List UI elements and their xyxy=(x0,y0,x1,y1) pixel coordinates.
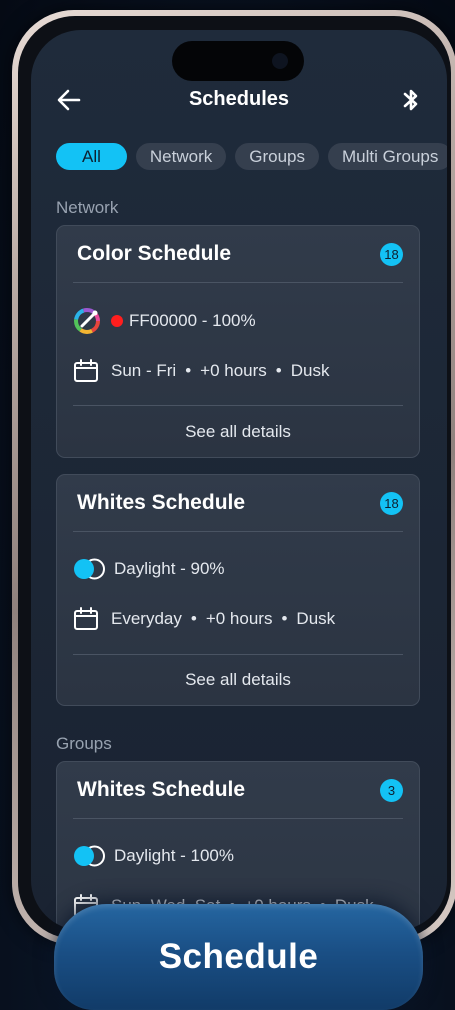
setting-row: Daylight - 90% xyxy=(73,554,225,584)
count-badge: 3 xyxy=(380,779,403,802)
see-all-details-link[interactable]: See all details xyxy=(57,670,419,690)
calendar-icon xyxy=(74,607,98,630)
card-title: Color Schedule xyxy=(77,242,232,265)
divider xyxy=(73,282,403,283)
section-label-groups: Groups xyxy=(56,734,112,753)
setting-value: Daylight - 90% xyxy=(114,559,225,578)
separator-dot: • xyxy=(190,609,197,628)
separator-dot: • xyxy=(281,609,288,628)
schedule-offset: +0 hours xyxy=(200,361,267,380)
toggle-icon xyxy=(74,845,105,867)
schedule-card[interactable]: Whites Schedule 18 Daylight - 90% Everyd… xyxy=(56,474,420,706)
color-wheel-icon xyxy=(74,308,100,334)
tab-groups[interactable]: Groups xyxy=(235,143,320,170)
setting-value: FF00000 - 100% xyxy=(129,311,256,330)
tab-network[interactable]: Network xyxy=(135,143,227,170)
calendar-icon xyxy=(74,359,98,382)
divider xyxy=(73,531,403,532)
page-title: Schedules xyxy=(188,88,290,110)
card-title: Whites Schedule xyxy=(77,778,246,801)
setting-row: FF00000 - 100% xyxy=(73,306,256,336)
count-badge: 18 xyxy=(380,492,403,515)
separator-dot: • xyxy=(275,361,282,380)
bluetooth-icon[interactable] xyxy=(401,86,421,114)
toggle-icon xyxy=(74,558,105,580)
schedule-card[interactable]: Color Schedule 18 FF00000 - 100% Sun - F… xyxy=(56,225,420,458)
color-swatch xyxy=(111,315,123,327)
schedule-days: Everyday xyxy=(111,609,182,628)
filter-tabs: All Network Groups Multi Groups xyxy=(56,143,447,170)
divider xyxy=(73,818,403,819)
dynamic-island xyxy=(172,41,304,81)
section-label-network: Network xyxy=(56,198,119,217)
separator-dot: • xyxy=(185,361,192,380)
setting-row: Daylight - 100% xyxy=(73,841,234,871)
header: Schedules xyxy=(31,80,447,120)
tab-all[interactable]: All xyxy=(56,143,127,170)
schedule-row: Sun - Fri • +0 hours • Dusk xyxy=(73,356,329,386)
setting-value: Daylight - 100% xyxy=(114,846,235,865)
divider xyxy=(73,405,403,406)
divider xyxy=(73,654,403,655)
schedule-trigger: Dusk xyxy=(290,361,330,380)
app-screen: Schedules All Network Groups Multi Groups N… xyxy=(31,30,447,930)
count-badge: 18 xyxy=(380,243,403,266)
schedule-button-label: Schedule xyxy=(158,937,319,976)
card-title: Whites Schedule xyxy=(77,491,246,514)
schedule-row: Everyday • +0 hours • Dusk xyxy=(73,604,335,634)
tab-multi-groups[interactable]: Multi Groups xyxy=(328,143,447,170)
schedule-button[interactable]: Schedule xyxy=(54,904,423,1010)
schedule-trigger: Dusk xyxy=(296,609,336,628)
see-all-details-link[interactable]: See all details xyxy=(57,422,419,442)
schedule-offset: +0 hours xyxy=(205,609,273,628)
schedule-days: Sun - Fri xyxy=(111,361,177,380)
